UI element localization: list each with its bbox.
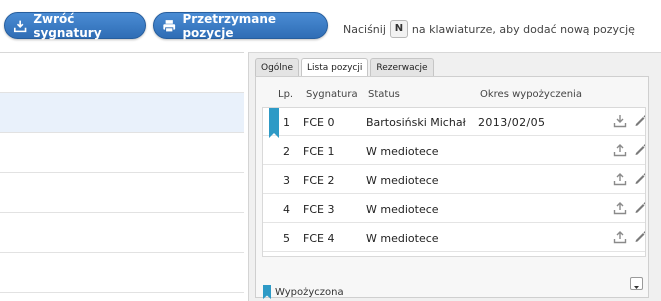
bookmark-icon — [263, 285, 271, 299]
held-items-button[interactable]: Przetrzymane pozycje — [153, 11, 328, 40]
table-row[interactable]: 4 FCE 3 W mediotece — [263, 195, 646, 223]
cell-lp: 5 — [283, 232, 290, 245]
table-row[interactable]: 3 FCE 2 W mediotece — [263, 166, 646, 194]
pencil-icon[interactable] — [633, 229, 646, 243]
pencil-icon[interactable] — [633, 142, 646, 156]
table-row[interactable]: 1 FCE 0 Bartosiński Michał 2013/02/05 — [263, 108, 646, 138]
item-list-tab-panel: Lp. Sygnatura Status Okres wypożyczenia … — [255, 76, 649, 299]
column-header-signature: Sygnatura — [306, 89, 358, 100]
table-header: Lp. Sygnatura Status Okres wypożyczenia — [264, 89, 644, 105]
tab-bar: Ogólne Lista pozycji Rezerwacje — [255, 58, 434, 77]
list-item[interactable] — [0, 53, 244, 93]
cell-lp: 3 — [283, 174, 290, 187]
list-item[interactable] — [0, 173, 244, 213]
chevron-down-icon — [634, 286, 639, 289]
bookmark-icon — [269, 108, 279, 138]
page: Zwróć sygnatury Przetrzymane pozycje Nac… — [0, 0, 661, 301]
hint-text-before: Naciśnij — [343, 22, 386, 36]
printer-icon — [163, 19, 176, 32]
cell-signature: FCE 1 — [303, 145, 335, 158]
keyboard-hint: Naciśnij N na klawiaturze, aby dodać now… — [343, 20, 635, 38]
list-item[interactable] — [0, 133, 244, 173]
tab-reservations[interactable]: Rezerwacje — [370, 58, 434, 77]
table-row[interactable]: 5 FCE 4 W mediotece — [263, 224, 646, 252]
tab-general[interactable]: Ogólne — [255, 58, 300, 77]
pencil-icon[interactable] — [633, 113, 646, 127]
upload-icon[interactable] — [613, 143, 627, 157]
download-icon — [13, 20, 27, 32]
cell-status: W mediotece — [366, 232, 439, 245]
list-options-dropdown[interactable] — [630, 277, 643, 290]
cell-signature: FCE 3 — [303, 203, 335, 216]
upload-icon[interactable] — [613, 201, 627, 215]
details-panel: Ogólne Lista pozycji Rezerwacje Lp. Sygn… — [248, 52, 661, 301]
return-signatures-button[interactable]: Zwróć sygnatury — [4, 11, 146, 40]
cell-status: W mediotece — [366, 174, 439, 187]
pencil-icon[interactable] — [633, 200, 646, 214]
item-list-pane — [0, 52, 244, 301]
list-item[interactable] — [0, 213, 244, 253]
column-header-status: Status — [368, 89, 400, 100]
hint-text-after: na klawiaturze, aby dodać nową pozycję — [411, 22, 635, 36]
cell-signature: FCE 2 — [303, 174, 335, 187]
column-header-period: Okres wypożyczenia — [480, 89, 582, 100]
keyboard-key: N — [389, 20, 408, 38]
upload-icon[interactable] — [613, 230, 627, 244]
cell-period: 2013/02/05 — [478, 116, 546, 129]
cell-signature: FCE 4 — [303, 232, 335, 245]
upload-icon[interactable] — [613, 172, 627, 186]
cell-lp: 4 — [283, 203, 290, 216]
table-row[interactable]: 2 FCE 1 W mediotece — [263, 137, 646, 165]
column-header-lp: Lp. — [278, 89, 294, 100]
cell-status: Bartosiński Michał — [366, 116, 466, 129]
pencil-icon[interactable] — [633, 171, 646, 185]
cell-status: W mediotece — [366, 145, 439, 158]
cell-lp: 2 — [283, 145, 290, 158]
cell-status: W mediotece — [366, 203, 439, 216]
list-item-selected[interactable] — [0, 93, 244, 133]
cell-signature: FCE 0 — [303, 116, 335, 129]
list-item[interactable] — [0, 253, 244, 293]
toolbar: Zwróć sygnatury Przetrzymane pozycje Nac… — [0, 0, 661, 52]
cell-lp: 1 — [283, 116, 290, 129]
held-items-label: Przetrzymane pozycje — [182, 11, 277, 40]
items-table: 1 FCE 0 Bartosiński Michał 2013/02/05 2 … — [262, 107, 646, 257]
download-icon[interactable] — [613, 114, 627, 128]
legend-label: Wypożyczona — [275, 286, 344, 298]
tab-item-list[interactable]: Lista pozycji — [301, 58, 369, 77]
legend: Wypożyczona — [262, 285, 344, 299]
return-signatures-label: Zwróć sygnatury — [33, 11, 102, 40]
